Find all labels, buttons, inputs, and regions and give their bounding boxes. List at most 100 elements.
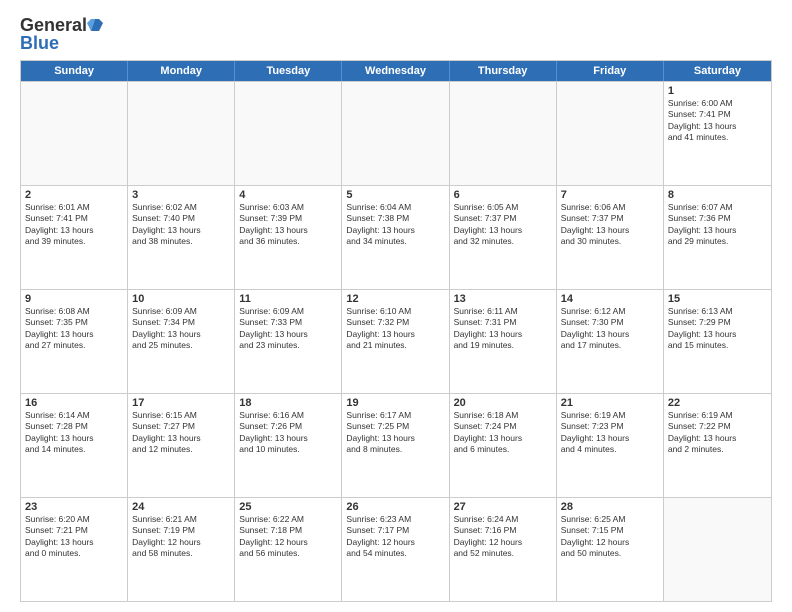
day-number: 18 bbox=[239, 397, 337, 409]
calendar-header: SundayMondayTuesdayWednesdayThursdayFrid… bbox=[21, 61, 771, 81]
day-info: Sunrise: 6:20 AM Sunset: 7:21 PM Dayligh… bbox=[25, 514, 123, 560]
day-info: Sunrise: 6:22 AM Sunset: 7:18 PM Dayligh… bbox=[239, 514, 337, 560]
day-number: 1 bbox=[668, 85, 767, 97]
calendar: SundayMondayTuesdayWednesdayThursdayFrid… bbox=[20, 60, 772, 602]
day-info: Sunrise: 6:02 AM Sunset: 7:40 PM Dayligh… bbox=[132, 202, 230, 248]
day-number: 9 bbox=[25, 293, 123, 305]
day-number: 6 bbox=[454, 189, 552, 201]
day-number: 7 bbox=[561, 189, 659, 201]
day-info: Sunrise: 6:07 AM Sunset: 7:36 PM Dayligh… bbox=[668, 202, 767, 248]
day-info: Sunrise: 6:19 AM Sunset: 7:23 PM Dayligh… bbox=[561, 410, 659, 456]
day-info: Sunrise: 6:23 AM Sunset: 7:17 PM Dayligh… bbox=[346, 514, 444, 560]
day-number: 12 bbox=[346, 293, 444, 305]
day-info: Sunrise: 6:12 AM Sunset: 7:30 PM Dayligh… bbox=[561, 306, 659, 352]
calendar-cell: 22Sunrise: 6:19 AM Sunset: 7:22 PM Dayli… bbox=[664, 394, 771, 497]
calendar-cell bbox=[128, 82, 235, 185]
day-number: 17 bbox=[132, 397, 230, 409]
day-number: 2 bbox=[25, 189, 123, 201]
calendar-cell: 7Sunrise: 6:06 AM Sunset: 7:37 PM Daylig… bbox=[557, 186, 664, 289]
calendar-cell: 25Sunrise: 6:22 AM Sunset: 7:18 PM Dayli… bbox=[235, 498, 342, 601]
calendar-row: 1Sunrise: 6:00 AM Sunset: 7:41 PM Daylig… bbox=[21, 81, 771, 185]
calendar-row: 9Sunrise: 6:08 AM Sunset: 7:35 PM Daylig… bbox=[21, 289, 771, 393]
day-number: 5 bbox=[346, 189, 444, 201]
day-number: 13 bbox=[454, 293, 552, 305]
day-number: 15 bbox=[668, 293, 767, 305]
day-number: 10 bbox=[132, 293, 230, 305]
logo-general-text: General bbox=[20, 16, 87, 34]
calendar-cell: 11Sunrise: 6:09 AM Sunset: 7:33 PM Dayli… bbox=[235, 290, 342, 393]
day-number: 24 bbox=[132, 501, 230, 513]
calendar-body: 1Sunrise: 6:00 AM Sunset: 7:41 PM Daylig… bbox=[21, 81, 771, 601]
calendar-cell bbox=[235, 82, 342, 185]
page-header: General Blue bbox=[20, 16, 772, 52]
weekday-header: Saturday bbox=[664, 61, 771, 81]
day-number: 22 bbox=[668, 397, 767, 409]
calendar-cell: 27Sunrise: 6:24 AM Sunset: 7:16 PM Dayli… bbox=[450, 498, 557, 601]
day-number: 11 bbox=[239, 293, 337, 305]
calendar-row: 16Sunrise: 6:14 AM Sunset: 7:28 PM Dayli… bbox=[21, 393, 771, 497]
day-info: Sunrise: 6:16 AM Sunset: 7:26 PM Dayligh… bbox=[239, 410, 337, 456]
day-info: Sunrise: 6:09 AM Sunset: 7:34 PM Dayligh… bbox=[132, 306, 230, 352]
day-number: 16 bbox=[25, 397, 123, 409]
day-info: Sunrise: 6:09 AM Sunset: 7:33 PM Dayligh… bbox=[239, 306, 337, 352]
day-info: Sunrise: 6:21 AM Sunset: 7:19 PM Dayligh… bbox=[132, 514, 230, 560]
weekday-header: Sunday bbox=[21, 61, 128, 81]
calendar-cell: 23Sunrise: 6:20 AM Sunset: 7:21 PM Dayli… bbox=[21, 498, 128, 601]
day-info: Sunrise: 6:24 AM Sunset: 7:16 PM Dayligh… bbox=[454, 514, 552, 560]
calendar-cell: 10Sunrise: 6:09 AM Sunset: 7:34 PM Dayli… bbox=[128, 290, 235, 393]
day-info: Sunrise: 6:10 AM Sunset: 7:32 PM Dayligh… bbox=[346, 306, 444, 352]
day-info: Sunrise: 6:00 AM Sunset: 7:41 PM Dayligh… bbox=[668, 98, 767, 144]
calendar-cell: 3Sunrise: 6:02 AM Sunset: 7:40 PM Daylig… bbox=[128, 186, 235, 289]
calendar-cell bbox=[664, 498, 771, 601]
calendar-page: General Blue SundayMondayTuesdayWednesda… bbox=[0, 0, 792, 612]
calendar-cell bbox=[21, 82, 128, 185]
day-info: Sunrise: 6:05 AM Sunset: 7:37 PM Dayligh… bbox=[454, 202, 552, 248]
day-info: Sunrise: 6:01 AM Sunset: 7:41 PM Dayligh… bbox=[25, 202, 123, 248]
day-info: Sunrise: 6:25 AM Sunset: 7:15 PM Dayligh… bbox=[561, 514, 659, 560]
logo-blue-text: Blue bbox=[20, 34, 59, 52]
calendar-cell: 28Sunrise: 6:25 AM Sunset: 7:15 PM Dayli… bbox=[557, 498, 664, 601]
calendar-cell bbox=[557, 82, 664, 185]
calendar-cell: 13Sunrise: 6:11 AM Sunset: 7:31 PM Dayli… bbox=[450, 290, 557, 393]
calendar-cell: 18Sunrise: 6:16 AM Sunset: 7:26 PM Dayli… bbox=[235, 394, 342, 497]
logo: General Blue bbox=[20, 16, 103, 52]
day-info: Sunrise: 6:13 AM Sunset: 7:29 PM Dayligh… bbox=[668, 306, 767, 352]
day-number: 3 bbox=[132, 189, 230, 201]
calendar-cell: 2Sunrise: 6:01 AM Sunset: 7:41 PM Daylig… bbox=[21, 186, 128, 289]
day-number: 21 bbox=[561, 397, 659, 409]
calendar-cell: 1Sunrise: 6:00 AM Sunset: 7:41 PM Daylig… bbox=[664, 82, 771, 185]
weekday-header: Wednesday bbox=[342, 61, 449, 81]
day-number: 19 bbox=[346, 397, 444, 409]
weekday-header: Tuesday bbox=[235, 61, 342, 81]
calendar-cell bbox=[342, 82, 449, 185]
calendar-row: 23Sunrise: 6:20 AM Sunset: 7:21 PM Dayli… bbox=[21, 497, 771, 601]
calendar-cell: 17Sunrise: 6:15 AM Sunset: 7:27 PM Dayli… bbox=[128, 394, 235, 497]
day-number: 26 bbox=[346, 501, 444, 513]
logo-triangle-icon bbox=[87, 17, 103, 33]
calendar-cell: 21Sunrise: 6:19 AM Sunset: 7:23 PM Dayli… bbox=[557, 394, 664, 497]
day-number: 14 bbox=[561, 293, 659, 305]
day-info: Sunrise: 6:11 AM Sunset: 7:31 PM Dayligh… bbox=[454, 306, 552, 352]
day-info: Sunrise: 6:04 AM Sunset: 7:38 PM Dayligh… bbox=[346, 202, 444, 248]
calendar-cell: 20Sunrise: 6:18 AM Sunset: 7:24 PM Dayli… bbox=[450, 394, 557, 497]
day-number: 23 bbox=[25, 501, 123, 513]
day-info: Sunrise: 6:18 AM Sunset: 7:24 PM Dayligh… bbox=[454, 410, 552, 456]
day-number: 20 bbox=[454, 397, 552, 409]
calendar-cell: 26Sunrise: 6:23 AM Sunset: 7:17 PM Dayli… bbox=[342, 498, 449, 601]
day-number: 8 bbox=[668, 189, 767, 201]
calendar-cell: 12Sunrise: 6:10 AM Sunset: 7:32 PM Dayli… bbox=[342, 290, 449, 393]
calendar-row: 2Sunrise: 6:01 AM Sunset: 7:41 PM Daylig… bbox=[21, 185, 771, 289]
day-info: Sunrise: 6:03 AM Sunset: 7:39 PM Dayligh… bbox=[239, 202, 337, 248]
calendar-cell: 16Sunrise: 6:14 AM Sunset: 7:28 PM Dayli… bbox=[21, 394, 128, 497]
calendar-cell: 8Sunrise: 6:07 AM Sunset: 7:36 PM Daylig… bbox=[664, 186, 771, 289]
weekday-header: Friday bbox=[557, 61, 664, 81]
calendar-cell: 6Sunrise: 6:05 AM Sunset: 7:37 PM Daylig… bbox=[450, 186, 557, 289]
day-info: Sunrise: 6:17 AM Sunset: 7:25 PM Dayligh… bbox=[346, 410, 444, 456]
day-number: 27 bbox=[454, 501, 552, 513]
calendar-cell: 24Sunrise: 6:21 AM Sunset: 7:19 PM Dayli… bbox=[128, 498, 235, 601]
calendar-cell: 14Sunrise: 6:12 AM Sunset: 7:30 PM Dayli… bbox=[557, 290, 664, 393]
day-number: 25 bbox=[239, 501, 337, 513]
weekday-header: Thursday bbox=[450, 61, 557, 81]
day-number: 4 bbox=[239, 189, 337, 201]
calendar-cell: 9Sunrise: 6:08 AM Sunset: 7:35 PM Daylig… bbox=[21, 290, 128, 393]
